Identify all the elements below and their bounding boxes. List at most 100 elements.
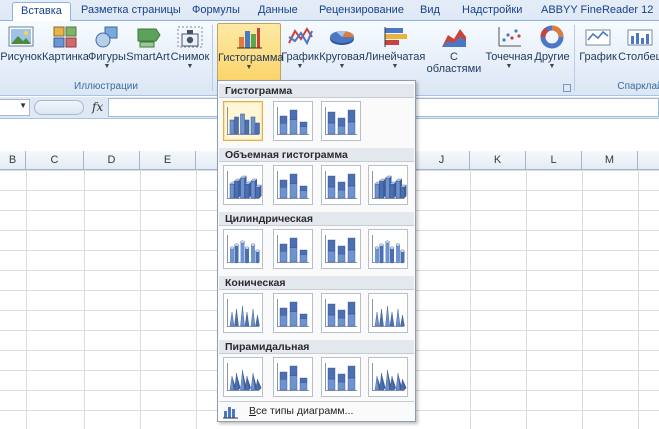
column-chart-gallery: Гистограмма Объемная гистограмма Цилиндр… [217, 80, 416, 422]
chart-subtype-3d-4[interactable] [368, 165, 408, 205]
column-header-m[interactable]: M [582, 151, 638, 170]
column-header-l[interactable]: L [526, 151, 582, 170]
chart-subtype-flat-2[interactable] [273, 101, 313, 141]
grid-line [638, 170, 639, 429]
smartart-button[interactable]: SmartArt [126, 23, 170, 81]
column-header-k[interactable]: K [470, 151, 526, 170]
chart-subtype-3d-2-icon [277, 171, 309, 199]
chart-subtype-cylinder-1-icon [227, 235, 260, 264]
group-separator [212, 25, 213, 91]
chevron-down-icon: ▼ [505, 63, 513, 70]
bar-chart-button[interactable]: Линейчатая ▼ [365, 23, 425, 81]
grid-line [140, 170, 141, 429]
chevron-down-icon: ▼ [548, 63, 556, 70]
chart-subtype-cone-4-icon [372, 299, 405, 327]
shapes-icon [95, 26, 118, 48]
clipart-button[interactable]: Картинка [42, 23, 89, 81]
picture-button[interactable]: Рисунок [0, 23, 42, 81]
tab-abbyy[interactable]: ABBYY FineReader 12 [541, 2, 653, 21]
chevron-down-icon: ▼ [296, 63, 304, 70]
column-header-j[interactable]: J [414, 151, 470, 170]
column-header-b[interactable]: B [0, 151, 26, 170]
column-header-c[interactable]: C [26, 151, 84, 170]
chart-subtype-cylinder-3[interactable] [321, 229, 361, 269]
tab-insert[interactable]: Вставка [12, 2, 71, 22]
chart-subtype-flat-1-icon [227, 107, 260, 135]
column-header-d[interactable]: D [84, 151, 140, 170]
chart-subtype-flat-2-icon [277, 107, 309, 135]
line-chart-button[interactable]: График ▼ [281, 23, 319, 81]
chart-subtype-flat-1[interactable] [223, 101, 263, 141]
chevron-down-icon[interactable]: ▼ [19, 101, 27, 110]
column-chart-icon [237, 28, 262, 49]
dialog-launcher-icon[interactable] [563, 84, 571, 92]
column-chart-button[interactable]: Гистограмма ▼ [217, 23, 284, 81]
chart-subtype-cone-3-icon [325, 299, 357, 327]
chart-subtype-3d-3[interactable] [321, 165, 361, 205]
chevron-down-icon: ▼ [103, 63, 111, 70]
bar-chart-icon [384, 27, 407, 47]
area-chart-icon [442, 29, 466, 47]
other-charts-button[interactable]: Другие ▼ [533, 23, 571, 81]
chart-subtype-flat-3[interactable] [321, 101, 361, 141]
picture-icon [8, 26, 34, 47]
gallery-section-title: Гистограмма [219, 84, 414, 98]
area-chart-button[interactable]: С областями [425, 23, 483, 81]
tab-addins[interactable]: Надстройки [462, 2, 522, 21]
chart-subtype-cylinder-3-icon [325, 235, 357, 263]
group-separator [574, 25, 575, 91]
tab-view[interactable]: Вид [420, 2, 440, 21]
group-label-illustrations: Иллюстрации [74, 81, 138, 92]
tab-data[interactable]: Данные [258, 2, 298, 21]
chart-subtype-pyramid-1-icon [227, 363, 262, 391]
tab-page-layout[interactable]: Разметка страницы [81, 2, 181, 21]
gallery-section-title: Коническая [219, 276, 414, 290]
chart-subtype-3d-1[interactable] [223, 165, 263, 205]
chart-subtype-cylinder-2-icon [277, 235, 309, 263]
smartart-icon [137, 28, 161, 48]
grid-line [470, 170, 471, 429]
chart-subtype-3d-3-icon [325, 171, 357, 199]
scatter-chart-button[interactable]: Точечная ▼ [485, 23, 533, 81]
ribbon-tab-strip: Вставка Разметка страницы Формулы Данные… [0, 0, 659, 22]
other-chart-icon [540, 25, 564, 49]
all-chart-types-label: Все типы диаграмм... [249, 405, 354, 417]
column-header-e[interactable]: E [140, 151, 196, 170]
pie-chart-button[interactable]: Круговая ▼ [319, 23, 365, 81]
chart-subtype-cylinder-1[interactable] [223, 229, 263, 269]
chart-subtype-3d-4-icon [372, 171, 407, 199]
chart-subtype-pyramid-2[interactable] [273, 357, 313, 397]
grid-line [582, 170, 583, 429]
gallery-section-title: Пирамидальная [219, 340, 414, 354]
formula-bar-controls[interactable] [34, 100, 84, 115]
chevron-down-icon: ▼ [245, 64, 253, 71]
insert-function-icon[interactable]: fx [92, 100, 103, 114]
chart-subtype-pyramid-3[interactable] [321, 357, 361, 397]
chart-subtype-cone-1-icon [227, 299, 260, 327]
tab-formulas[interactable]: Формулы [192, 2, 240, 21]
chart-subtype-flat-3-icon [325, 107, 357, 135]
screenshot-button[interactable]: Снимок ▼ [170, 23, 210, 81]
sparkline-line-button[interactable]: График [578, 23, 618, 81]
chart-subtype-cone-2[interactable] [273, 293, 313, 333]
chart-subtype-cone-1[interactable] [223, 293, 263, 333]
tab-review[interactable]: Рецензирование [319, 2, 404, 21]
chart-types-icon [223, 407, 238, 419]
all-chart-types-link[interactable]: Все типы диаграмм... [219, 401, 414, 421]
chart-subtype-cone-4[interactable] [368, 293, 408, 333]
chart-subtype-3d-2[interactable] [273, 165, 313, 205]
sparkline-column-button[interactable]: Столбец [618, 23, 659, 81]
gallery-section-title: Объемная гистограмма [219, 148, 414, 162]
chart-subtype-cylinder-4[interactable] [368, 229, 408, 269]
chevron-down-icon: ▼ [186, 63, 194, 70]
shapes-button[interactable]: Фигуры ▼ [88, 23, 126, 81]
sparkline-column-icon [627, 29, 653, 46]
chart-subtype-cone-3[interactable] [321, 293, 361, 333]
chevron-down-icon: ▼ [338, 63, 346, 70]
chart-subtype-pyramid-1[interactable] [223, 357, 263, 397]
chart-subtype-pyramid-4[interactable] [368, 357, 408, 397]
chart-subtype-cylinder-4-icon [372, 235, 405, 264]
sparkline-line-icon [585, 29, 611, 46]
name-box[interactable]: ▼ [0, 99, 30, 116]
chart-subtype-cylinder-2[interactable] [273, 229, 313, 269]
